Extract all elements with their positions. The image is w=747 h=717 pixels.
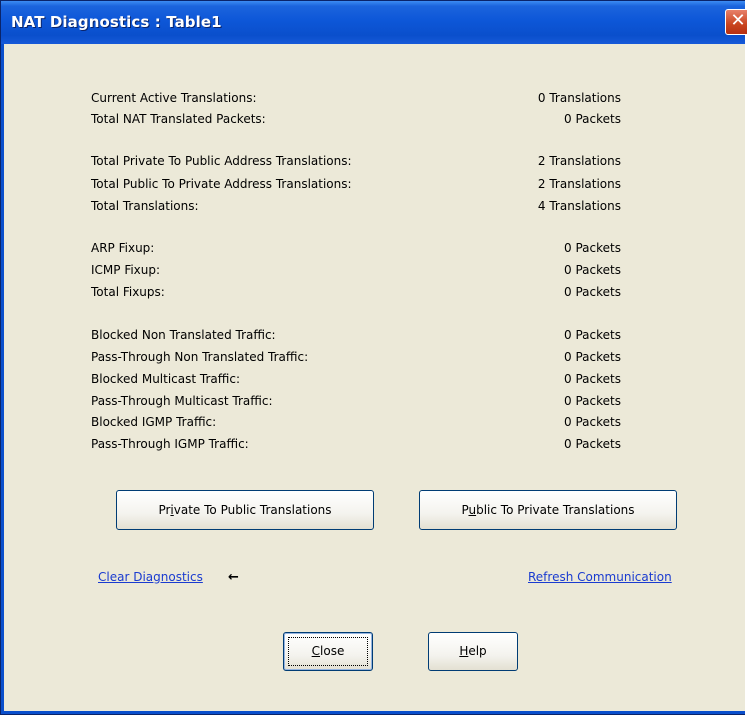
stat-label: Blocked Non Translated Traffic: bbox=[91, 328, 276, 342]
button-label-part: Pr bbox=[158, 503, 171, 517]
stat-row: Blocked Multicast Traffic: 0 Packets bbox=[91, 370, 621, 388]
stat-row: ARP Fixup: 0 Packets bbox=[91, 239, 621, 257]
stat-row: Blocked IGMP Traffic: 0 Packets bbox=[91, 413, 621, 431]
dialog-client-area: Current Active Translations: 0 Translati… bbox=[1, 44, 745, 714]
stat-value: 0 Packets bbox=[564, 350, 621, 364]
stat-label: ARP Fixup: bbox=[91, 241, 155, 255]
button-label-part: vate To Public Translations bbox=[173, 503, 332, 517]
stat-row: Total NAT Translated Packets: 0 Packets bbox=[91, 110, 621, 128]
refresh-communication-link[interactable]: Refresh Communication bbox=[528, 570, 672, 584]
stat-row: Total Public To Private Address Translat… bbox=[91, 175, 621, 193]
stat-value: 0 Packets bbox=[564, 437, 621, 451]
help-button[interactable]: Help bbox=[428, 632, 518, 671]
stat-label: Current Active Translations: bbox=[91, 91, 257, 105]
nat-diagnostics-window: NAT Diagnostics : Table1 ✕ Current Activ… bbox=[0, 0, 747, 715]
stat-label: Total NAT Translated Packets: bbox=[91, 112, 266, 126]
stat-row: Pass-Through Non Translated Traffic: 0 P… bbox=[91, 348, 621, 366]
stat-label: Blocked Multicast Traffic: bbox=[91, 372, 240, 386]
stat-row: Blocked Non Translated Traffic: 0 Packet… bbox=[91, 326, 621, 344]
stat-label: Total Translations: bbox=[91, 199, 199, 213]
stat-value: 2 Translations bbox=[537, 154, 621, 168]
stat-value: 0 Packets bbox=[564, 285, 621, 299]
stat-value: 0 Packets bbox=[564, 372, 621, 386]
clear-diagnostics-link[interactable]: Clear Diagnostics bbox=[98, 570, 203, 584]
stat-value: 0 Packets bbox=[564, 415, 621, 429]
focus-ring bbox=[288, 637, 368, 666]
private-to-public-translations-button[interactable]: Private To Public Translations bbox=[116, 490, 374, 530]
button-accelerator-key: H bbox=[459, 644, 469, 658]
stat-row: Current Active Translations: 0 Translati… bbox=[91, 89, 621, 107]
stat-value: 0 Translations bbox=[537, 91, 621, 105]
stat-row: ICMP Fixup: 0 Packets bbox=[91, 261, 621, 279]
stat-value: 2 Translations bbox=[537, 177, 621, 191]
stat-label: Blocked IGMP Traffic: bbox=[91, 415, 217, 429]
stat-value: 0 Packets bbox=[564, 241, 621, 255]
stat-row: Pass-Through Multicast Traffic: 0 Packet… bbox=[91, 392, 621, 410]
button-label-part: blic To Private Translations bbox=[476, 503, 635, 517]
title-bar[interactable]: NAT Diagnostics : Table1 ✕ bbox=[1, 1, 747, 44]
stat-value: 4 Translations bbox=[537, 199, 621, 213]
stat-label: Pass-Through IGMP Traffic: bbox=[91, 437, 249, 451]
close-button[interactable]: Close bbox=[283, 632, 373, 671]
left-arrow-icon: ← bbox=[228, 570, 239, 585]
button-accelerator-key: u bbox=[468, 503, 477, 517]
stat-label: ICMP Fixup: bbox=[91, 263, 161, 277]
stat-row: Total Translations: 4 Translations bbox=[91, 197, 621, 215]
stat-row: Total Private To Public Address Translat… bbox=[91, 152, 621, 170]
stat-label: Total Fixups: bbox=[91, 285, 165, 299]
close-icon[interactable]: ✕ bbox=[725, 9, 747, 35]
stat-row: Total Fixups: 0 Packets bbox=[91, 283, 621, 301]
stat-value: 0 Packets bbox=[564, 112, 621, 126]
stat-value: 0 Packets bbox=[564, 394, 621, 408]
stat-label: Total Public To Private Address Translat… bbox=[91, 177, 352, 191]
stat-row: Pass-Through IGMP Traffic: 0 Packets bbox=[91, 435, 621, 453]
public-to-private-translations-button[interactable]: Public To Private Translations bbox=[419, 490, 677, 530]
window-title: NAT Diagnostics : Table1 bbox=[11, 13, 222, 31]
button-label-part: elp bbox=[468, 644, 487, 658]
stat-value: 0 Packets bbox=[564, 328, 621, 342]
stat-value: 0 Packets bbox=[564, 263, 621, 277]
stat-label: Total Private To Public Address Translat… bbox=[91, 154, 352, 168]
stat-label: Pass-Through Non Translated Traffic: bbox=[91, 350, 309, 364]
stat-label: Pass-Through Multicast Traffic: bbox=[91, 394, 273, 408]
